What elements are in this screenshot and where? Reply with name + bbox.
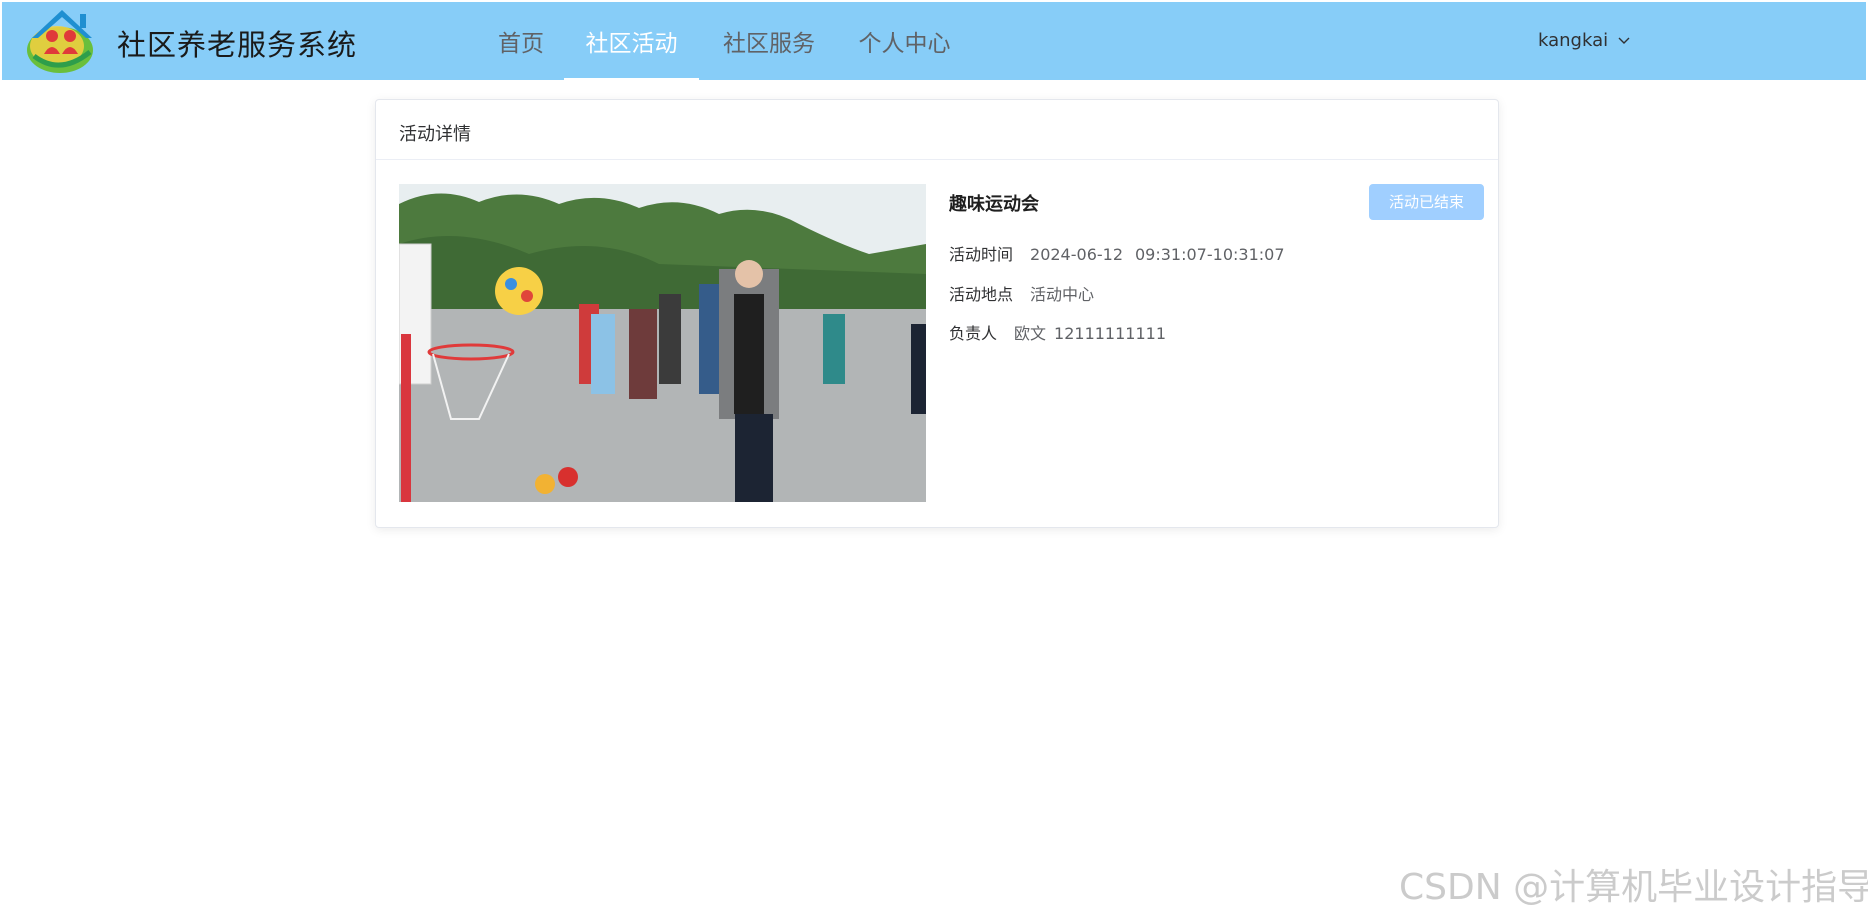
nav-item-community-activities[interactable]: 社区活动 [564,24,699,80]
event-location: 活动中心 [1030,285,1095,304]
event-time-label: 活动时间 [949,245,1014,264]
card-title: 活动详情 [376,100,1498,160]
event-location-row: 活动地点 活动中心 [949,281,1094,305]
event-title: 趣味运动会 [949,194,1039,215]
user-dropdown[interactable]: kangkai [1538,30,1630,51]
activity-photo [399,184,926,502]
event-time-range: 09:31:07-10:31:07 [1135,245,1285,264]
chevron-down-icon [1618,37,1630,44]
event-date: 2024-06-12 [1030,245,1123,264]
top-navbar: 社区养老服务系统 首页 社区活动 社区服务 个人中心 kangkai [2,2,1866,80]
nav-item-community-services[interactable]: 社区服务 [699,24,839,80]
activity-detail-card: 活动详情 趣味运动会 活动已结束 活动时间 2024-06-12 09:31:0… [375,99,1499,528]
nav-item-personal-center[interactable]: 个人中心 [837,24,972,80]
nav-item-home[interactable]: 首页 [475,24,567,80]
event-owner-phone: 12111111111 [1054,324,1167,343]
event-location-label: 活动地点 [949,285,1014,304]
event-time-row: 活动时间 2024-06-12 09:31:07-10:31:07 [949,241,1285,265]
watermark: CSDN @计算机毕业设计指导 [1399,867,1868,908]
app-title: 社区养老服务系统 [117,28,358,62]
event-owner-name: 欧文 [1014,324,1047,343]
username: kangkai [1538,30,1609,51]
app-logo [27,10,93,73]
event-owner-label: 负责人 [949,324,998,343]
event-ended-button[interactable]: 活动已结束 [1369,184,1484,220]
event-owner-row: 负责人 欧文 12111111111 [949,320,1166,344]
app-window: 社区养老服务系统 首页 社区活动 社区服务 个人中心 kangkai 活动详情 [2,2,1868,908]
